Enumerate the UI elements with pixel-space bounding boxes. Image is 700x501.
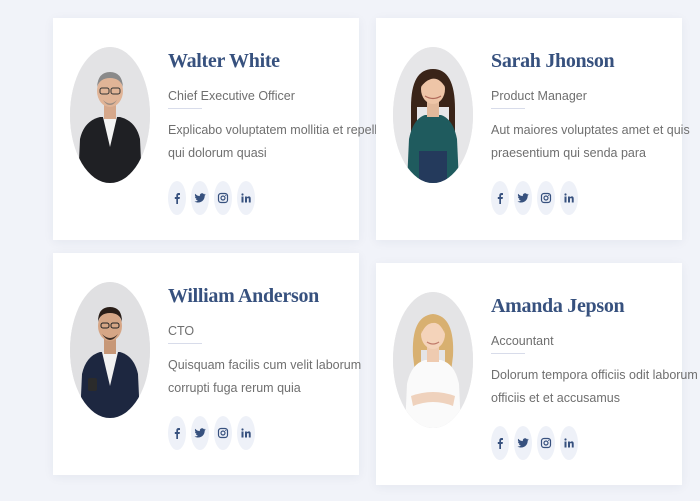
twitter-icon [517,193,529,203]
linkedin-icon [564,438,574,448]
team-card-walter-white: Walter White Chief Executive Officer Exp… [53,18,388,240]
twitter-icon [194,193,206,203]
facebook-icon [174,193,180,204]
linkedin-icon [241,428,251,438]
avatar [393,292,473,428]
divider [168,343,202,344]
social-links [168,181,388,215]
social-links [491,181,690,215]
facebook-icon [497,438,503,449]
avatar [70,282,150,418]
member-bio: Quisquam facilis cum velit laborum corru… [168,354,361,400]
divider [491,353,525,354]
bio-line: Quisquam facilis cum velit laborum [168,358,362,372]
linkedin-link[interactable] [560,181,578,215]
member-role: Chief Executive Officer [168,89,295,103]
member-name: William Anderson [168,285,319,307]
facebook-link[interactable] [491,181,509,215]
member-bio: Dolorum tempora officiis odit laborum of… [491,364,698,410]
divider [491,108,525,109]
linkedin-link[interactable] [237,416,255,450]
facebook-link[interactable] [491,426,509,460]
divider [168,108,202,109]
linkedin-icon [241,193,251,203]
member-bio: Aut maiores voluptates amet et quis prae… [491,119,690,165]
social-links [491,426,698,460]
member-role: CTO [168,324,195,338]
avatar [70,47,150,183]
instagram-link[interactable] [214,181,232,215]
twitter-link[interactable] [514,181,532,215]
bio-line: corrupti fuga rerum quia [168,381,301,395]
linkedin-icon [564,193,574,203]
facebook-link[interactable] [168,416,186,450]
twitter-icon [517,438,529,448]
avatar [393,47,473,183]
instagram-link[interactable] [537,181,555,215]
twitter-link[interactable] [191,416,209,450]
team-card-amanda-jepson: Amanda Jepson Accountant Dolorum tempora… [376,263,698,485]
team-card-sarah-jhonson: Sarah Jhonson Product Manager Aut maiore… [376,18,690,240]
facebook-icon [497,193,503,204]
bio-line: officiis et et accusamus [491,391,620,405]
member-name: Walter White [168,50,280,72]
bio-line: Dolorum tempora officiis odit laborum [491,368,698,382]
instagram-link[interactable] [214,416,232,450]
bio-line: Aut maiores voluptates amet et quis [491,123,690,137]
portrait-image [393,47,473,183]
social-links [168,416,361,450]
bio-line: praesentium qui senda para [491,146,646,160]
instagram-link[interactable] [537,426,555,460]
instagram-icon [217,427,229,439]
portrait-image [70,47,150,183]
member-role: Product Manager [491,89,587,103]
team-card-william-anderson: William Anderson CTO Quisquam facilis cu… [53,253,361,475]
bio-line: Explicabo voluptatem mollitia et repella… [168,123,388,137]
member-name: Amanda Jepson [491,295,625,317]
twitter-icon [194,428,206,438]
bio-line: qui dolorum quasi [168,146,267,160]
facebook-link[interactable] [168,181,186,215]
linkedin-link[interactable] [237,181,255,215]
facebook-icon [174,428,180,439]
instagram-icon [217,192,229,204]
twitter-link[interactable] [191,181,209,215]
member-bio: Explicabo voluptatem mollitia et repella… [168,119,388,165]
member-name: Sarah Jhonson [491,50,615,72]
portrait-image [393,292,473,428]
twitter-link[interactable] [514,426,532,460]
linkedin-link[interactable] [560,426,578,460]
instagram-icon [540,437,552,449]
portrait-image [70,282,150,418]
instagram-icon [540,192,552,204]
member-role: Accountant [491,334,554,348]
